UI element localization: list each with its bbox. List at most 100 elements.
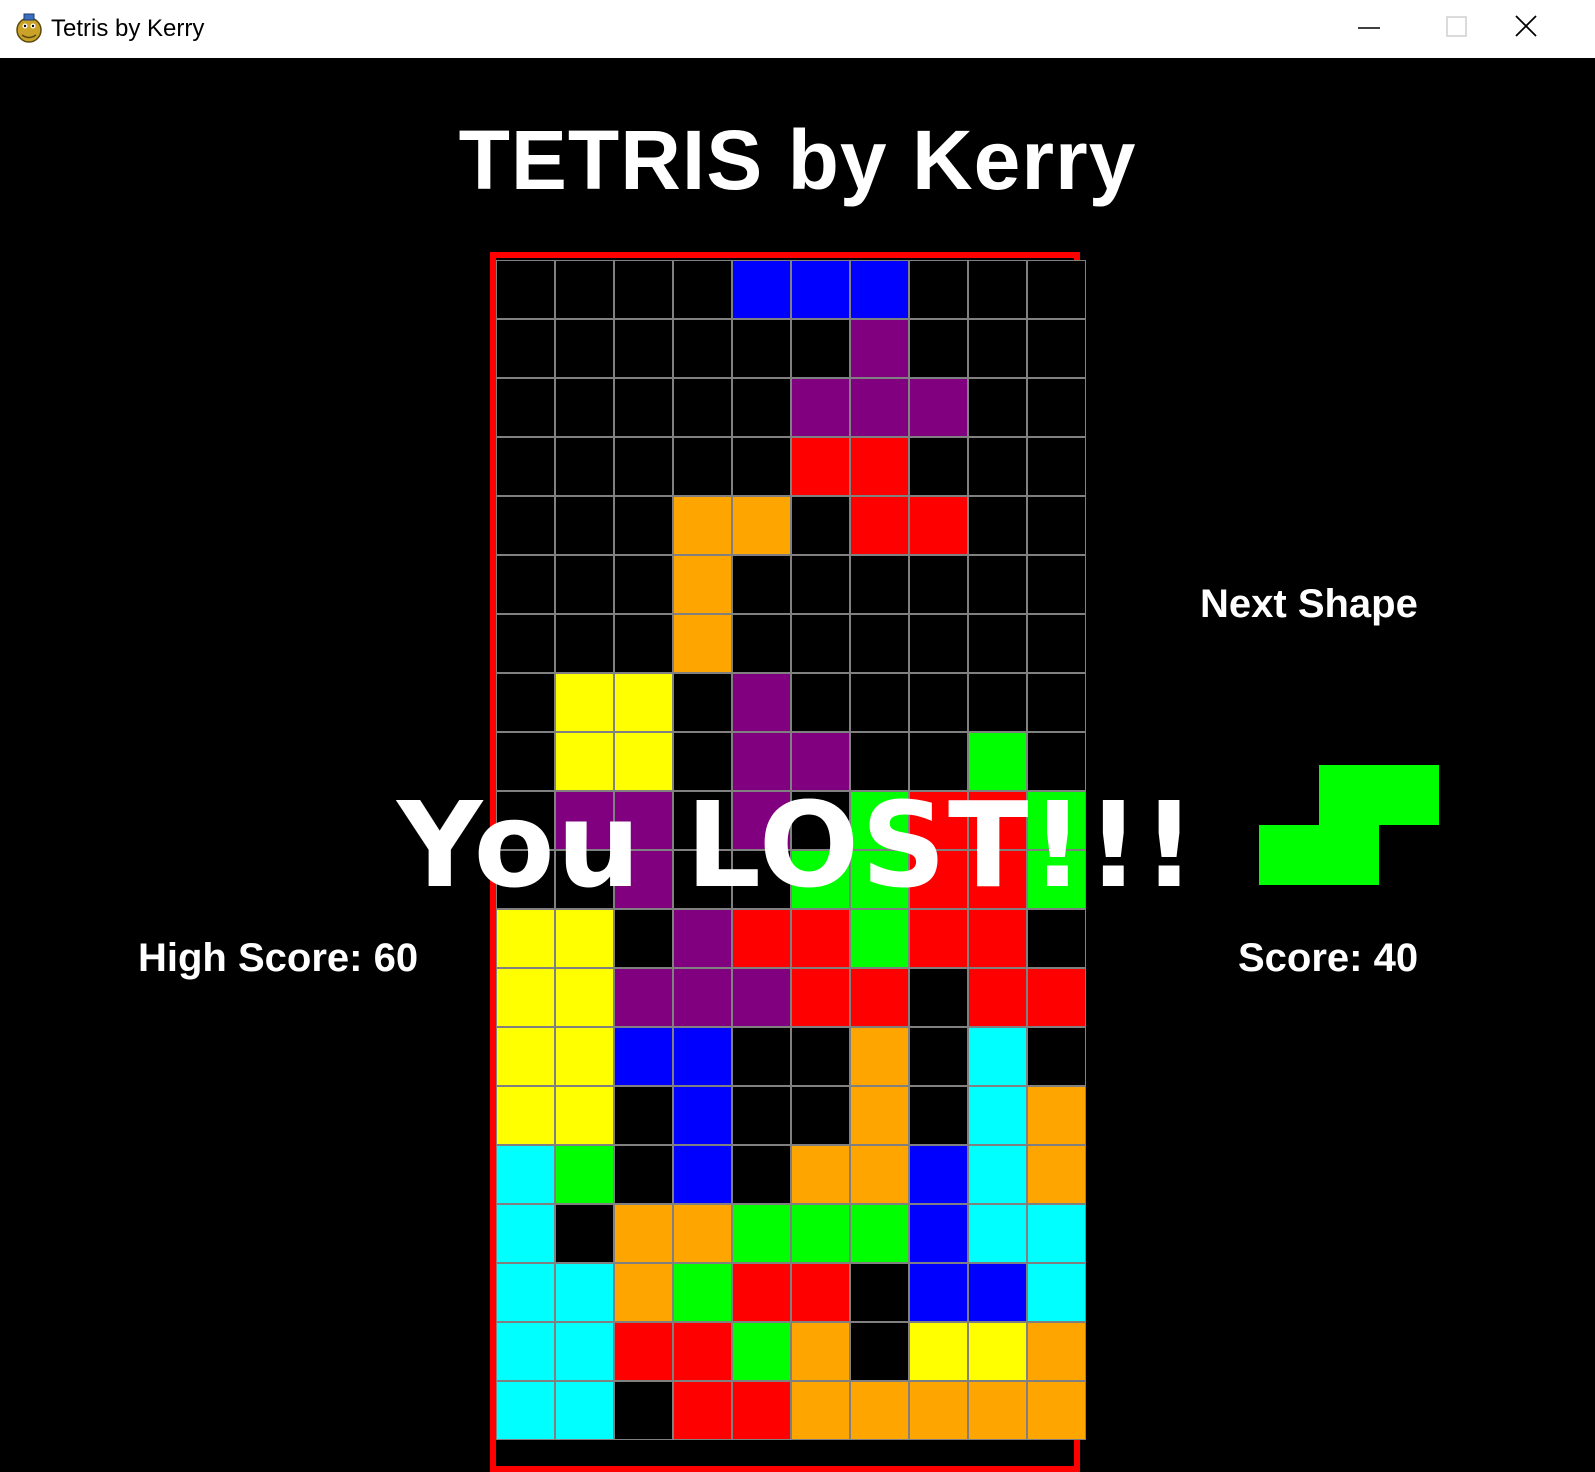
block-cell — [909, 1145, 968, 1204]
empty-cell — [909, 319, 968, 378]
block-cell — [614, 1322, 673, 1381]
block-cell — [968, 1322, 1027, 1381]
empty-cell — [496, 614, 555, 673]
empty-cell — [968, 437, 1027, 496]
block-cell — [673, 1027, 732, 1086]
empty-cell — [732, 319, 791, 378]
block-cell — [791, 909, 850, 968]
block-cell — [850, 1027, 909, 1086]
block-cell — [968, 1145, 1027, 1204]
empty-cell — [791, 319, 850, 378]
minimize-button[interactable] — [1323, 0, 1411, 58]
block-cell — [968, 1263, 1027, 1322]
empty-cell — [968, 673, 1027, 732]
block-cell — [791, 260, 850, 319]
empty-cell — [791, 1086, 850, 1145]
block-cell — [614, 968, 673, 1027]
block-cell — [791, 1204, 850, 1263]
empty-cell — [968, 260, 1027, 319]
block-cell — [1027, 968, 1086, 1027]
block-cell — [850, 909, 909, 968]
empty-cell — [1027, 319, 1086, 378]
block-cell — [850, 437, 909, 496]
empty-cell — [791, 555, 850, 614]
block-cell — [850, 1381, 909, 1440]
block-cell — [496, 1381, 555, 1440]
close-button[interactable] — [1505, 0, 1593, 58]
empty-cell — [909, 968, 968, 1027]
block-cell — [1027, 1204, 1086, 1263]
score-text: Score: 40 — [1238, 936, 1419, 980]
block-cell — [496, 1263, 555, 1322]
block-cell — [673, 1263, 732, 1322]
block-cell — [732, 909, 791, 968]
block-cell — [791, 378, 850, 437]
empty-cell — [673, 673, 732, 732]
empty-cell — [614, 319, 673, 378]
game-over-message: You LOST!!! — [397, 776, 1198, 914]
empty-cell — [1027, 437, 1086, 496]
block-cell — [968, 1204, 1027, 1263]
empty-cell — [850, 1322, 909, 1381]
empty-cell — [555, 555, 614, 614]
empty-cell — [614, 1381, 673, 1440]
empty-cell — [909, 437, 968, 496]
empty-cell — [614, 437, 673, 496]
empty-cell — [850, 555, 909, 614]
empty-cell — [968, 378, 1027, 437]
block-cell — [555, 1381, 614, 1440]
block-cell — [496, 1322, 555, 1381]
empty-cell — [968, 555, 1027, 614]
empty-cell — [968, 614, 1027, 673]
block-cell — [673, 1145, 732, 1204]
empty-cell — [496, 496, 555, 555]
window-title: Tetris by Kerry — [51, 15, 205, 42]
block-cell — [496, 909, 555, 968]
block-cell — [732, 968, 791, 1027]
empty-cell — [555, 496, 614, 555]
game-canvas: TETRIS by Kerry Next Shape High Score: 6… — [0, 58, 1595, 1472]
empty-cell — [850, 1263, 909, 1322]
empty-cell — [555, 378, 614, 437]
empty-cell — [791, 614, 850, 673]
maximize-button[interactable] — [1414, 0, 1502, 58]
empty-cell — [496, 260, 555, 319]
block-cell — [909, 496, 968, 555]
block-cell — [496, 1027, 555, 1086]
block-cell — [555, 1027, 614, 1086]
block-cell — [496, 968, 555, 1027]
high-score-text: High Score: 60 — [138, 936, 419, 980]
block-cell — [673, 1204, 732, 1263]
block-cell — [909, 1322, 968, 1381]
empty-cell — [732, 1145, 791, 1204]
game-heading: TETRIS by Kerry — [458, 113, 1137, 207]
empty-cell — [732, 614, 791, 673]
empty-cell — [909, 673, 968, 732]
empty-cell — [496, 673, 555, 732]
block-cell — [614, 1027, 673, 1086]
block-cell — [909, 1204, 968, 1263]
block-cell — [614, 1263, 673, 1322]
minimize-icon — [1358, 27, 1380, 29]
block-cell — [791, 1322, 850, 1381]
block-cell — [1027, 1086, 1086, 1145]
block-cell — [850, 1086, 909, 1145]
block-cell — [496, 1145, 555, 1204]
empty-cell — [555, 1204, 614, 1263]
block-cell — [968, 909, 1027, 968]
block-cell — [1027, 1263, 1086, 1322]
block-cell — [555, 968, 614, 1027]
window-titlebar: Tetris by Kerry — [0, 0, 1595, 58]
empty-cell — [968, 496, 1027, 555]
block-cell — [791, 1263, 850, 1322]
block-cell — [850, 260, 909, 319]
empty-cell — [614, 1086, 673, 1145]
block-cell — [673, 1381, 732, 1440]
block-cell — [850, 378, 909, 437]
block-cell — [909, 378, 968, 437]
empty-cell — [1027, 673, 1086, 732]
empty-cell — [1027, 496, 1086, 555]
empty-cell — [673, 260, 732, 319]
block-cell — [968, 1381, 1027, 1440]
block-cell — [732, 1263, 791, 1322]
